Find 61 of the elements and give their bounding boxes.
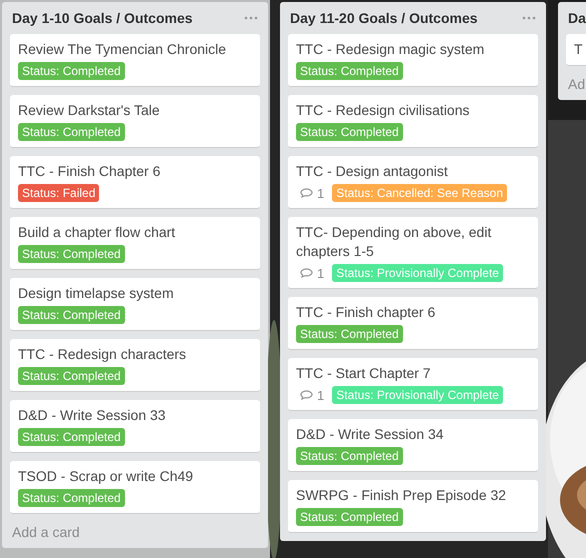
- task-card[interactable]: SWRPG - Finish Prep Episode 32 Status: Completed: [288, 480, 538, 533]
- task-card[interactable]: Review Darkstar's Tale Status: Completed: [10, 95, 260, 148]
- card-title: TTC - Finish Chapter 6: [18, 162, 160, 181]
- card-title: SWRPG - Finish Prep Episode 32: [296, 486, 506, 505]
- status-label: Status: Provisionally Complete: [332, 264, 503, 282]
- card-title: TTC - Redesign characters: [18, 345, 186, 364]
- task-card[interactable]: TTC - Redesign magic system Status: Completed: [288, 34, 538, 87]
- status-label: Status: Completed: [18, 367, 125, 385]
- status-label: Status: Completed: [18, 245, 125, 263]
- task-card[interactable]: D&D - Write Session 34 Status: Completed: [288, 419, 538, 472]
- status-label: Status: Completed: [296, 62, 403, 80]
- status-label: Status: Completed: [18, 123, 125, 141]
- card-title: Review The Tymencian Chronicle: [18, 40, 226, 59]
- task-card[interactable]: TSOD - Scrap or write Ch49 Status: Completed: [10, 461, 260, 514]
- card-title: T: [574, 40, 583, 59]
- task-card[interactable]: TTC - Redesign characters Status: Completed: [10, 339, 260, 392]
- comment-count: 1: [296, 266, 326, 280]
- status-label: Status: Provisionally Complete: [332, 386, 503, 404]
- comment-count: 1: [296, 186, 326, 200]
- task-card[interactable]: Review The Tymencian Chronicle Status: Completed: [10, 34, 260, 87]
- card-title: Review Darkstar's Tale: [18, 101, 160, 120]
- task-card[interactable]: TTC- Depending on above, edit chapters 1-5 1 Status: Provisionally Complete: [288, 217, 538, 289]
- status-label: Status: Completed: [18, 306, 125, 324]
- status-label: Status: Failed: [18, 184, 100, 202]
- task-card[interactable]: TTC - Start Chapter 7 1 Status: Provisionally Complete: [288, 358, 538, 411]
- card-title: D&D - Write Session 33: [18, 406, 166, 425]
- list-title: Day 1-10 Goals / Outcomes: [12, 10, 193, 26]
- task-card[interactable]: Build a chapter flow chart Status: Completed: [10, 217, 260, 270]
- status-label: Status: Cancelled: See Reason: [332, 184, 508, 202]
- menu-icon[interactable]: [522, 16, 536, 20]
- card-title: Design timelapse system: [18, 284, 174, 303]
- comment-icon: [300, 188, 313, 198]
- card-title: TTC- Depending on above, edit chapters 1-5: [296, 223, 492, 261]
- card-title: TSOD - Scrap or write Ch49: [18, 467, 194, 486]
- task-card[interactable]: TTC - Finish chapter 6 Status: Completed: [288, 297, 538, 350]
- status-label: Status: Completed: [296, 123, 403, 141]
- card-title: D&D - Write Session 34: [296, 425, 444, 444]
- card-title: TTC - Redesign civilisations: [296, 101, 470, 120]
- card-title: TTC - Finish chapter 6: [296, 303, 436, 322]
- status-label: Status: Completed: [18, 428, 125, 446]
- task-card[interactable]: Design timelapse system Status: Completed: [10, 278, 260, 331]
- card-title: TTC - Start Chapter 7: [296, 364, 431, 383]
- card-title: Build a chapter flow chart: [18, 223, 176, 242]
- status-label: Status: Completed: [296, 447, 403, 465]
- menu-icon[interactable]: [244, 16, 258, 20]
- card-title: TTC - Redesign magic system: [296, 40, 484, 59]
- task-card[interactable]: TTC - Finish Chapter 6 Status: Failed: [10, 156, 260, 209]
- comment-count: 1: [296, 388, 326, 402]
- task-card[interactable]: T: [566, 34, 586, 66]
- task-card[interactable]: TTC - Design antagonist 1 Status: Cancelled: See Reason: [288, 156, 538, 209]
- list-title: Da: [568, 10, 586, 26]
- task-card[interactable]: D&D - Write Session 33 Status: Completed: [10, 400, 260, 453]
- comment-icon: [300, 390, 313, 400]
- status-label: Status: Completed: [18, 62, 125, 80]
- status-label: Status: Completed: [296, 508, 403, 526]
- task-card[interactable]: TTC - Redesign civilisations Status: Completed: [288, 95, 538, 148]
- comment-icon: [300, 268, 313, 278]
- status-label: Status: Completed: [18, 489, 125, 507]
- list-title: Day 11-20 Goals / Outcomes: [290, 10, 478, 26]
- card-title: TTC - Design antagonist: [296, 162, 448, 181]
- status-label: Status: Completed: [296, 325, 403, 343]
